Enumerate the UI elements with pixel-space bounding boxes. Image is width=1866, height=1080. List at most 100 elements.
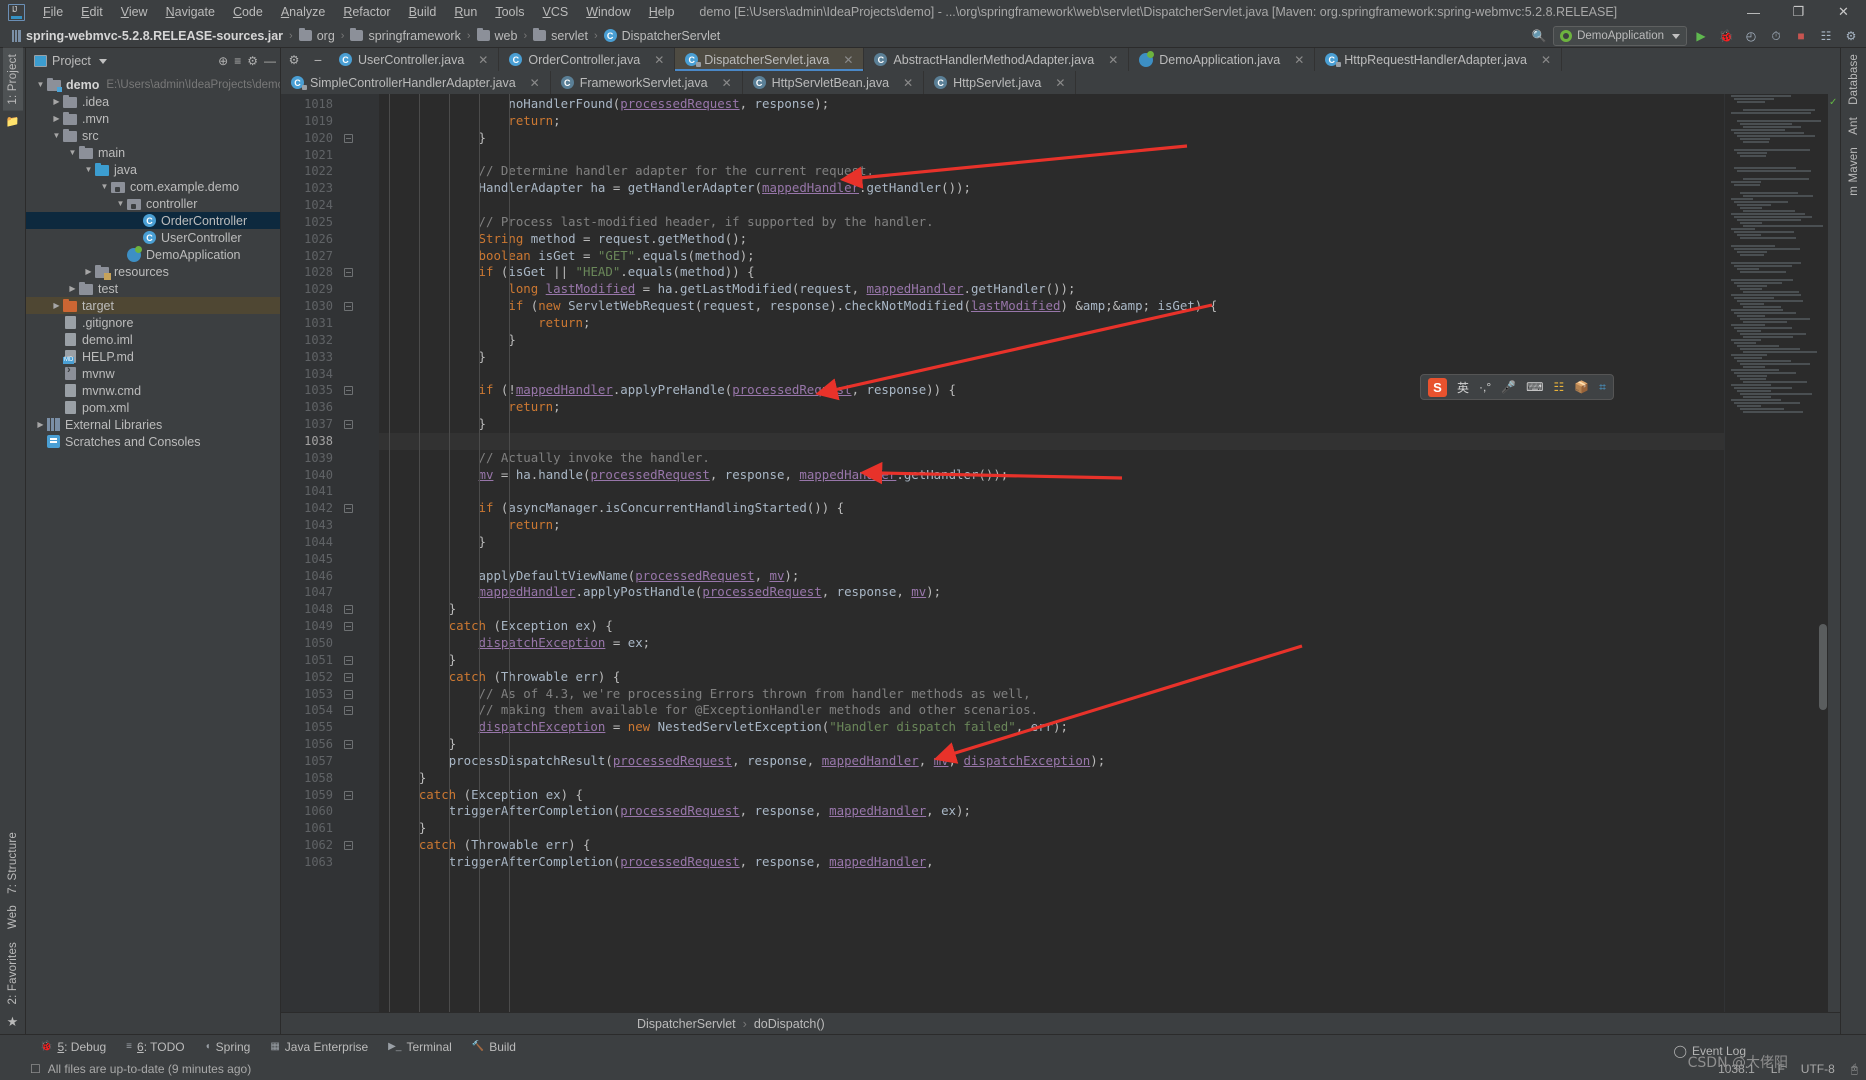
code-fold-icon[interactable] xyxy=(344,841,353,851)
line-number[interactable]: 1022 xyxy=(281,163,379,180)
line-number[interactable]: 1053 xyxy=(281,686,379,703)
line-number[interactable]: 1034 xyxy=(281,366,379,383)
line-number[interactable]: 1051 xyxy=(281,652,379,669)
editor-tab-dispatcherservlet-java[interactable]: C DispatcherServlet.java ✕ xyxy=(675,48,865,71)
tree-expand-arrow[interactable]: ▼ xyxy=(82,165,95,174)
line-number[interactable]: 1057 xyxy=(281,753,379,770)
editor-tab-ordercontroller-java[interactable]: C OrderController.java ✕ xyxy=(499,48,676,71)
code-line[interactable]: triggerAfterCompletion(processedRequest,… xyxy=(379,854,1724,871)
sidebar-item-ant[interactable]: Ant xyxy=(1844,111,1864,141)
code-line[interactable]: // Determine handler adapter for the cur… xyxy=(379,163,1724,180)
code-line[interactable]: return; xyxy=(379,315,1724,332)
line-number[interactable]: 1052 xyxy=(281,669,379,686)
line-number[interactable]: 1063 xyxy=(281,854,379,871)
code-line[interactable]: long lastModified = ha.getLastModified(r… xyxy=(379,281,1724,298)
code-fold-icon[interactable] xyxy=(344,504,353,514)
ime-toolbar[interactable]: S 英 ·,° 🎤 ⌨ ☷ 📦 ⌗ xyxy=(1420,374,1614,400)
code-fold-icon[interactable] xyxy=(344,133,353,143)
lock-icon[interactable]: 🖰 xyxy=(1851,1062,1858,1077)
editor-tab-abstracthandlermethodadapter-java[interactable]: C AbstractHandlerMethodAdapter.java ✕ xyxy=(864,48,1130,71)
code-line[interactable] xyxy=(379,551,1724,568)
code-line[interactable]: catch (Exception ex) { xyxy=(379,618,1724,635)
line-number[interactable]: 1020 xyxy=(281,130,379,147)
code-line[interactable]: } xyxy=(379,332,1724,349)
line-number[interactable]: 1035 xyxy=(281,382,379,399)
tree-node-com-example-demo[interactable]: ▼ com.example.demo xyxy=(26,178,280,195)
editor-tab-simplecontrollerhandleradapter-java[interactable]: C SimpleControllerHandlerAdapter.java ✕ xyxy=(281,71,551,94)
code-line[interactable]: processDispatchResult(processedRequest, … xyxy=(379,753,1724,770)
code-line[interactable]: return; xyxy=(379,113,1724,130)
menu-item-edit[interactable]: Edit xyxy=(72,3,112,21)
tree-node-help-md[interactable]: HELP.md xyxy=(26,348,280,365)
breadcrumb-method[interactable]: doDispatch() xyxy=(754,1017,825,1031)
tree-node-test[interactable]: ▶ test xyxy=(26,280,280,297)
tree-node-target[interactable]: ▶ target xyxy=(26,297,280,314)
editor-tab-frameworkservlet-java[interactable]: C FrameworkServlet.java ✕ xyxy=(551,71,743,94)
line-number[interactable]: 1032 xyxy=(281,332,379,349)
code-fold-icon[interactable] xyxy=(344,672,353,682)
menu-item-help[interactable]: Help xyxy=(640,3,684,21)
line-number[interactable]: 1058 xyxy=(281,770,379,787)
code-fold-icon[interactable] xyxy=(344,740,353,750)
sidebar-item-database[interactable]: Database xyxy=(1844,48,1864,111)
collapse-all-icon[interactable]: ≡ xyxy=(234,54,241,68)
line-number[interactable]: 1028 xyxy=(281,264,379,281)
code-line[interactable]: return; xyxy=(379,399,1724,416)
editor-tab-usercontroller-java[interactable]: C UserController.java ✕ xyxy=(329,48,500,71)
line-number[interactable]: 1042 xyxy=(281,500,379,517)
tree-node-mvnw[interactable]: mvnw xyxy=(26,364,280,382)
menu-item-analyze[interactable]: Analyze xyxy=(272,3,334,21)
ime-panel-icon[interactable]: ☷ xyxy=(1553,380,1564,394)
line-number[interactable]: 1041 xyxy=(281,483,379,500)
close-icon[interactable]: ✕ xyxy=(654,53,664,67)
bottom-tool-window-bar[interactable]: 🐞 5: Debug ≡ 6: TODO ◖ Spring ▦ Java Enterprise… xyxy=(0,1034,1866,1058)
code-line[interactable]: } xyxy=(379,736,1724,753)
bottom-tool-terminal[interactable]: ▶_ Terminal xyxy=(378,1038,462,1056)
menu-item-run[interactable]: Run xyxy=(445,3,486,21)
menu-item-file[interactable]: File xyxy=(34,3,72,21)
sidebar-item-favorites[interactable]: 2: Favorites xyxy=(3,936,23,1010)
tree-node-mvnw-cmd[interactable]: mvnw.cmd xyxy=(26,382,280,399)
code-line[interactable]: } xyxy=(379,652,1724,669)
favorites-star-icon[interactable]: ★ xyxy=(7,1014,19,1030)
source-code[interactable]: noHandlerFound(processedRequest, respons… xyxy=(379,94,1724,1012)
tree-node--gitignore[interactable]: .gitignore xyxy=(26,314,280,331)
tree-node--idea[interactable]: ▶ .idea xyxy=(26,93,280,110)
close-icon[interactable]: ✕ xyxy=(1294,53,1304,67)
project-tree[interactable]: ▼ demo E:\Users\admin\IdeaProjects\demo ▶ .i… xyxy=(26,74,280,1034)
breadcrumb-item-org[interactable]: org xyxy=(295,28,339,44)
line-number[interactable]: 1031 xyxy=(281,315,379,332)
code-line[interactable]: // As of 4.3, we're processing Errors th… xyxy=(379,686,1724,703)
tree-node-java[interactable]: ▼ java xyxy=(26,161,280,178)
tree-expand-arrow[interactable]: ▼ xyxy=(114,199,127,208)
line-number-gutter[interactable]: 1018 1019 1020 1021 1022 1023 1024 1025 1026 1027… xyxy=(281,94,379,1012)
run-configuration-selector[interactable]: DemoApplication xyxy=(1553,26,1687,46)
tree-node--mvn[interactable]: ▶ .mvn xyxy=(26,110,280,127)
folder-strip-icon[interactable]: 📁 xyxy=(6,115,20,128)
project-title-group[interactable]: Project xyxy=(34,54,107,68)
tree-expand-arrow[interactable]: ▶ xyxy=(66,284,79,293)
editor-tab-row-1[interactable]: ⚙ − C UserController.java ✕ C OrderControlle… xyxy=(281,48,1840,71)
code-line[interactable]: return; xyxy=(379,517,1724,534)
minimize-button[interactable]: — xyxy=(1731,0,1776,24)
code-line[interactable]: if (new ServletWebRequest(request, respo… xyxy=(379,298,1724,315)
line-number[interactable]: 1021 xyxy=(281,147,379,164)
tree-expand-arrow[interactable]: ▶ xyxy=(50,97,63,106)
code-line[interactable]: } xyxy=(379,130,1724,147)
editor-tab-demoapplication-java[interactable]: DemoApplication.java ✕ xyxy=(1129,48,1316,71)
code-line[interactable]: boolean isGet = "GET".equals(method); xyxy=(379,248,1724,265)
error-stripe[interactable]: ✓ xyxy=(1828,94,1840,1012)
search-icon[interactable]: 🔍 xyxy=(1528,26,1550,46)
menu-item-view[interactable]: View xyxy=(112,3,157,21)
breadcrumb-item-spring-webmvc-5-2-8-release-sources-jar[interactable]: spring-webmvc-5.2.8.RELEASE-sources.jar xyxy=(8,28,287,44)
sidebar-item-project[interactable]: 1: Project xyxy=(2,48,23,111)
ime-voice-icon[interactable]: 🎤 xyxy=(1501,380,1516,394)
code-line[interactable]: } xyxy=(379,416,1724,433)
code-line[interactable]: mappedHandler.applyPostHandle(processedR… xyxy=(379,584,1724,601)
layout-button[interactable]: ☷ xyxy=(1815,26,1837,46)
code-line[interactable] xyxy=(379,432,1724,450)
stop-button[interactable]: ■ xyxy=(1790,26,1812,46)
code-line[interactable] xyxy=(379,197,1724,214)
menu-item-vcs[interactable]: VCS xyxy=(534,3,578,21)
code-line[interactable]: String method = request.getMethod(); xyxy=(379,231,1724,248)
